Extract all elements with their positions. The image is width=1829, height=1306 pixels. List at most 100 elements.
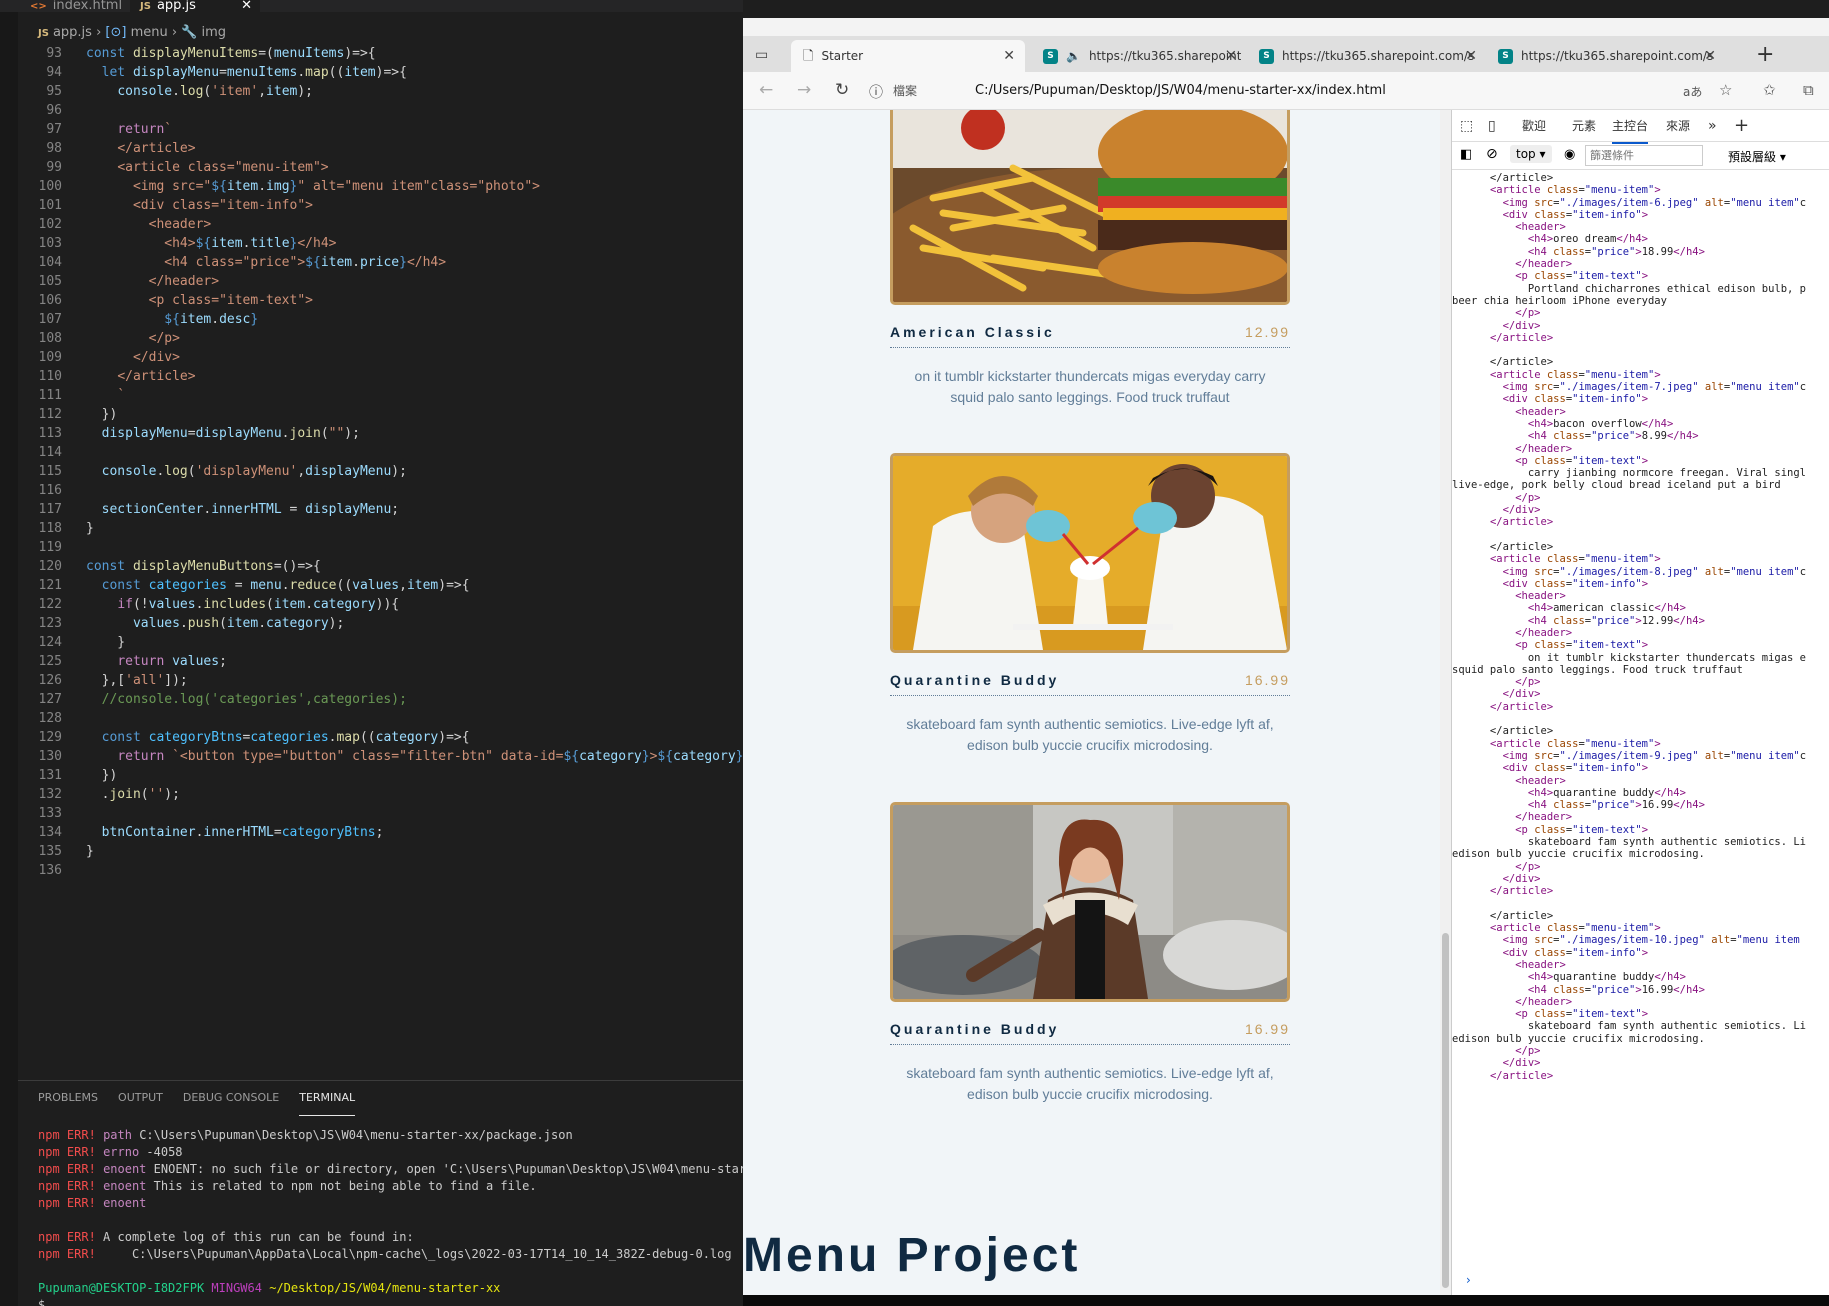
tab-app-js[interactable]: JS app.js ✕ bbox=[130, 0, 260, 12]
inspect-icon[interactable]: ⬚ bbox=[1460, 110, 1473, 142]
code-line[interactable]: 94 let displayMenu=menuItems.map((item)=… bbox=[18, 63, 743, 82]
code-line[interactable]: 93 const displayMenuItems=(menuItems)=>{ bbox=[18, 44, 743, 63]
console-filter-input[interactable] bbox=[1585, 145, 1703, 166]
code-line[interactable]: 132 .join(''); bbox=[18, 785, 743, 804]
code-line[interactable]: 134 btnContainer.innerHTML=categoryBtns; bbox=[18, 823, 743, 842]
tab-console[interactable]: 主控台 bbox=[1612, 110, 1649, 144]
tab-elements[interactable]: 元素 bbox=[1572, 110, 1596, 142]
code-line[interactable]: 131 }) bbox=[18, 766, 743, 785]
browser-tab-sharepoint-1[interactable]: S🔈https://tku365.sharepoint.co✕ bbox=[1033, 40, 1241, 72]
code-line[interactable]: 115 console.log('displayMenu',displayMen… bbox=[18, 462, 743, 481]
web-page-viewport[interactable]: American Classic 12.99 on it tumblr kicks… bbox=[743, 110, 1451, 1295]
back-arrow-icon[interactable]: ← bbox=[759, 80, 773, 100]
code-line[interactable]: 97 return` bbox=[18, 120, 743, 139]
forward-arrow-icon[interactable]: → bbox=[797, 80, 811, 100]
tab-welcome[interactable]: 歡迎 bbox=[1522, 110, 1546, 142]
code-line[interactable]: 122 if(!values.includes(item.category)){ bbox=[18, 595, 743, 614]
browser-tab-sharepoint-3[interactable]: Shttps://tku365.sharepoint.com/s ✕ bbox=[1488, 40, 1720, 72]
breadcrumb[interactable]: JS app.js › [⊙] menu › 🔧 img bbox=[18, 22, 226, 44]
code-line[interactable]: 126 },['all']); bbox=[18, 671, 743, 690]
terminal-line: npm ERR! enoent ENOENT: no such file or … bbox=[38, 1162, 743, 1176]
line-number: 132 bbox=[38, 787, 62, 802]
code-line[interactable]: 119 bbox=[18, 538, 743, 557]
console-output-line: </header> bbox=[1515, 258, 1573, 271]
read-aloud-icon[interactable]: aあ bbox=[1683, 83, 1702, 100]
code-line[interactable]: 105 </header> bbox=[18, 272, 743, 291]
browser-tab-sharepoint-2[interactable]: Shttps://tku365.sharepoint.com/s ✕ bbox=[1249, 40, 1481, 72]
add-tab-icon[interactable]: + bbox=[1734, 110, 1749, 142]
code-line[interactable]: 123 values.push(item.category); bbox=[18, 614, 743, 633]
code-line[interactable]: 100 <img src="${item.img}" alt="menu ite… bbox=[18, 177, 743, 196]
code-line[interactable]: 104 <h4 class="price">${item.price}</h4> bbox=[18, 253, 743, 272]
code-line[interactable]: 130 return `<button type="button" class=… bbox=[18, 747, 743, 766]
code-line[interactable]: 129 const categoryBtns=categories.map((c… bbox=[18, 728, 743, 747]
collections-icon[interactable]: ⧉ bbox=[1803, 81, 1814, 99]
code-line[interactable]: 96 bbox=[18, 101, 743, 120]
info-icon[interactable]: ⓘ bbox=[869, 82, 883, 102]
new-tab-button[interactable]: + bbox=[1756, 42, 1774, 67]
close-icon[interactable]: ✕ bbox=[1225, 40, 1237, 72]
close-icon[interactable]: ✕ bbox=[1003, 40, 1015, 72]
close-icon[interactable]: ✕ bbox=[241, 0, 252, 12]
eye-icon[interactable]: ◉ bbox=[1564, 147, 1575, 162]
favorites-icon[interactable]: ✩ bbox=[1763, 81, 1776, 99]
code-line[interactable]: 116 bbox=[18, 481, 743, 500]
tab-terminal[interactable]: TERMINAL bbox=[299, 1081, 356, 1116]
tab-output[interactable]: OUTPUT bbox=[118, 1081, 163, 1115]
code-line[interactable]: 101 <div class="item-info"> bbox=[18, 196, 743, 215]
code-line[interactable]: 125 return values; bbox=[18, 652, 743, 671]
code-line[interactable]: 95 console.log('item',item); bbox=[18, 82, 743, 101]
menu-item: American Classic 12.99 on it tumblr kicks… bbox=[890, 110, 1290, 408]
tab-actions-icon[interactable]: ▭ bbox=[755, 47, 768, 63]
context-select[interactable]: top ▾ bbox=[1510, 145, 1552, 163]
code-text: <img src="${item.img}" alt="menu item"cl… bbox=[132, 179, 540, 194]
code-line[interactable]: 113 displayMenu=displayMenu.join(""); bbox=[18, 424, 743, 443]
code-line[interactable]: 114 bbox=[18, 443, 743, 462]
code-line[interactable]: 108 </p> bbox=[18, 329, 743, 348]
browser-tab-strip: ▭ 🗋Starter✕ S🔈https://tku365.sharepoint.… bbox=[743, 36, 1829, 72]
code-line[interactable]: 102 <header> bbox=[18, 215, 743, 234]
sidebar-icon[interactable]: ◧ bbox=[1460, 147, 1472, 162]
url-field[interactable]: C:/Users/Pupuman/Desktop/JS/W04/menu-sta… bbox=[975, 72, 1386, 110]
code-line[interactable]: 128 bbox=[18, 709, 743, 728]
close-icon[interactable]: ✕ bbox=[1465, 40, 1477, 72]
code-line[interactable]: 99 <article class="menu-item"> bbox=[18, 158, 743, 177]
line-number: 122 bbox=[38, 597, 62, 612]
code-line[interactable]: 121 const categories = menu.reduce((valu… bbox=[18, 576, 743, 595]
scrollbar-thumb[interactable] bbox=[1442, 933, 1449, 1288]
device-icon[interactable]: ▯ bbox=[1488, 110, 1496, 142]
code-line[interactable]: 109 </div> bbox=[18, 348, 743, 367]
code-editor[interactable]: 93 const displayMenuItems=(menuItems)=>{9… bbox=[18, 44, 743, 880]
code-line[interactable]: 117 sectionCenter.innerHTML = displayMen… bbox=[18, 500, 743, 519]
page-scrollbar[interactable] bbox=[1440, 110, 1451, 1295]
terminal[interactable]: npm ERR! path C:\Users\Pupuman\Desktop\J… bbox=[18, 1117, 743, 1306]
code-line[interactable]: 107 ${item.desc} bbox=[18, 310, 743, 329]
tab-debug-console[interactable]: DEBUG CONSOLE bbox=[183, 1081, 279, 1115]
clear-console-icon[interactable]: ⊘ bbox=[1486, 146, 1498, 162]
tab-index-html[interactable]: <> index.html bbox=[30, 0, 122, 12]
console-prompt[interactable]: › bbox=[1466, 1273, 1471, 1287]
code-line[interactable]: 112 }) bbox=[18, 405, 743, 424]
code-line[interactable]: 110 </article> bbox=[18, 367, 743, 386]
code-line[interactable]: 111 ` bbox=[18, 386, 743, 405]
browser-tab-starter[interactable]: 🗋 Starter ✕ bbox=[791, 40, 1025, 72]
code-line[interactable]: 98 </article> bbox=[18, 139, 743, 158]
favorite-star-icon[interactable]: ☆ bbox=[1719, 81, 1732, 99]
code-line[interactable]: 106 <p class="item-text"> bbox=[18, 291, 743, 310]
code-line[interactable]: 118} bbox=[18, 519, 743, 538]
refresh-icon[interactable]: ↻ bbox=[835, 80, 849, 100]
code-line[interactable]: 120 const displayMenuButtons=()=>{ bbox=[18, 557, 743, 576]
console-output-line: <img src="./images/item-9.jpeg" alt="men… bbox=[1502, 749, 1807, 762]
code-line[interactable]: 133 bbox=[18, 804, 743, 823]
tab-sources[interactable]: 來源 bbox=[1666, 110, 1690, 142]
more-tabs-icon[interactable]: » bbox=[1708, 110, 1717, 142]
code-line[interactable]: 136 bbox=[18, 861, 743, 880]
close-icon[interactable]: ✕ bbox=[1704, 40, 1716, 72]
code-line[interactable]: 127 //console.log('categories',categorie… bbox=[18, 690, 743, 709]
code-text: console.log('item',item); bbox=[117, 84, 314, 99]
log-levels-select[interactable]: 預設層級 ▾ bbox=[1728, 148, 1786, 165]
tab-problems[interactable]: PROBLEMS bbox=[38, 1081, 98, 1115]
code-line[interactable]: 135} bbox=[18, 842, 743, 861]
code-line[interactable]: 124 } bbox=[18, 633, 743, 652]
code-line[interactable]: 103 <h4>${item.title}</h4> bbox=[18, 234, 743, 253]
